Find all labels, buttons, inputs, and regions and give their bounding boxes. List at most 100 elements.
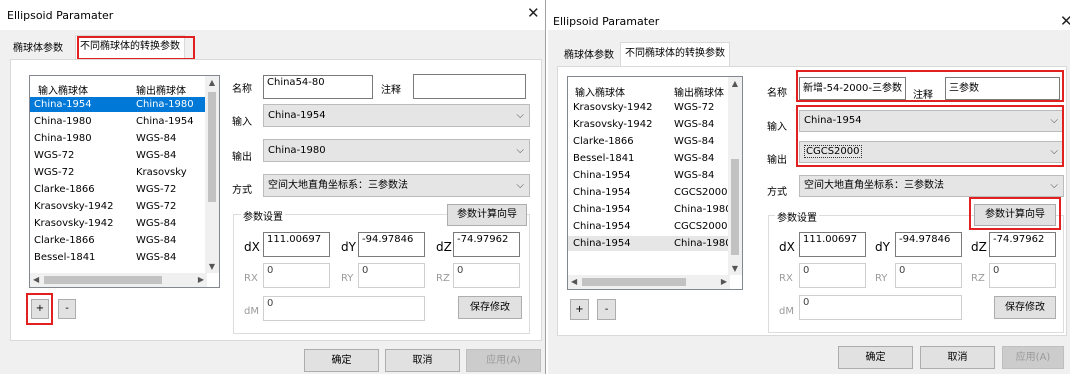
method-select[interactable]: 空间大地直角坐标系：三参数法 ⌵ [263,174,530,197]
window-title: Ellipsoid Paramater [553,15,660,28]
ok-button[interactable]: 确定 [304,349,379,372]
vertical-scrollbar[interactable]: ▲ ▼ [205,76,219,273]
list-item[interactable]: Krasovsky-1942 WGS-84 [568,117,730,132]
scroll-left-icon[interactable]: ◀ [33,273,39,287]
vertical-scrollbar[interactable]: ▲ ▼ [728,77,742,275]
ry-field[interactable]: 0 [895,263,962,288]
conversion-list[interactable]: 输入椭球体 输出椭球体 China-1954 China-1980 China-1… [29,75,220,288]
note-label: 注释 [381,85,401,96]
tab-conversion-params[interactable]: 不同椭球体的转换参数 [620,42,730,66]
tab-ellipsoid-params[interactable]: 椭球体参数 [8,38,68,58]
name-field[interactable]: China54-80 [263,75,373,99]
scroll-up-icon[interactable]: ▲ [205,78,219,87]
dz-field[interactable]: -74.97962 [989,232,1056,257]
apply-button[interactable]: 应用(A) [1002,346,1064,369]
apply-button[interactable]: 应用(A) [466,349,541,372]
dx-field[interactable]: 111.00697 [799,232,866,257]
note-field[interactable]: 三参数 [945,77,1060,100]
method-select[interactable]: 空间大地直角坐标系：三参数法 ⌵ [799,175,1064,197]
output-ellipsoid-select[interactable]: CGCS2000 ⌵ [799,141,1064,163]
scroll-right-icon[interactable]: ▶ [198,273,204,287]
scroll-down-icon[interactable]: ▼ [205,262,219,271]
dm-field[interactable]: 0 [799,295,962,320]
list-item[interactable]: WGS-72 WGS-84 [30,148,207,163]
param-wizard-button[interactable]: 参数计算向导 [447,204,527,226]
list-item[interactable]: China-1980 China-1954 [30,114,207,129]
list-item[interactable]: Krasovsky-1942 WGS-72 [30,199,207,214]
save-changes-button[interactable]: 保存修改 [458,296,522,319]
scroll-down-icon[interactable]: ▼ [728,264,742,273]
list-item[interactable]: China-1954 CGCS2000 [568,185,730,200]
dx-label: dX [779,240,795,254]
dz-label: dZ [971,240,987,254]
dm-label: dM [779,306,794,317]
cancel-button[interactable]: 取消 [385,349,460,372]
remove-button[interactable]: - [597,299,616,320]
params-group-label: 参数设置 [241,208,285,223]
list-item[interactable]: WGS-72 Krasovsky [30,165,207,180]
add-button[interactable]: + [570,299,589,320]
chevron-down-icon: ⌵ [1050,115,1058,126]
list-item[interactable]: Clarke-1866 WGS-72 [30,182,207,197]
tab-ellipsoid-params[interactable]: 椭球体参数 [559,45,619,65]
dy-label: dY [341,240,356,254]
scroll-thumb[interactable] [731,159,739,255]
chevron-down-icon: ⌵ [1050,180,1058,191]
scroll-thumb[interactable] [582,278,686,286]
dm-field[interactable]: 0 [263,296,425,321]
input-ellipsoid-select[interactable]: China-1954 ⌵ [799,110,1064,132]
ok-button[interactable]: 确定 [838,346,913,369]
dy-field[interactable]: -94.97846 [358,232,425,257]
input-ellipsoid-select[interactable]: China-1954 ⌵ [263,104,530,127]
note-field[interactable] [413,74,526,99]
dx-field[interactable]: 111.00697 [263,232,330,257]
horizontal-scrollbar[interactable]: ◀ ▶ [30,273,207,287]
scroll-up-icon[interactable]: ▲ [728,79,742,88]
tab-conversion-params[interactable]: 不同椭球体的转换参数 [75,35,185,59]
scroll-right-icon[interactable]: ▶ [721,275,727,289]
scroll-left-icon[interactable]: ◀ [571,275,577,289]
list-item[interactable]: Bessel-1841 WGS-84 [30,250,207,265]
list-item[interactable]: Bessel-1841 WGS-84 [568,151,730,166]
dy-label: dY [875,240,890,254]
list-item[interactable]: China-1980 WGS-84 [30,131,207,146]
title-bar: Ellipsoid Paramater ✕ [0,0,545,30]
rx-label: RX [779,273,793,284]
dm-label: dM [244,306,259,317]
horizontal-scrollbar[interactable]: ◀ ▶ [568,275,730,289]
dy-field[interactable]: -94.97846 [895,232,962,257]
rz-field[interactable]: 0 [453,263,520,288]
list-item[interactable]: China-1954 CGCS2000 [568,219,730,234]
close-icon[interactable]: ✕ [527,4,540,22]
output-label: 输出 [232,152,252,163]
rz-label: RZ [436,273,450,284]
list-item[interactable]: China-1954 China-1980 [30,97,207,112]
param-wizard-button[interactable]: 参数计算向导 [974,204,1056,226]
list-item[interactable]: Clarke-1866 WGS-84 [568,134,730,149]
scroll-thumb[interactable] [44,276,162,284]
list-item[interactable]: Krasovsky-1942 WGS-72 [568,100,730,115]
close-icon[interactable]: ✕ [1060,12,1070,30]
rx-field[interactable]: 0 [263,263,330,288]
remove-button[interactable]: - [58,299,76,319]
note-label: 注释 [913,90,933,101]
scroll-thumb[interactable] [208,92,216,202]
save-changes-button[interactable]: 保存修改 [994,296,1056,319]
add-button[interactable]: + [31,299,49,319]
name-field[interactable]: 新增-54-2000-三参数 [799,77,906,100]
list-item[interactable]: China-1954 WGS-84 [568,168,730,183]
conversion-list[interactable]: 输入椭球体 输出椭球体 Krasovsky-1942 WGS-72 Krasovs… [567,76,743,290]
list-item[interactable]: Krasovsky-1942 WGS-84 [30,216,207,231]
cancel-button[interactable]: 取消 [920,346,995,369]
name-label: 名称 [767,88,787,99]
output-ellipsoid-select[interactable]: China-1980 ⌵ [263,139,530,162]
ellipsoid-dialog-left: Ellipsoid Paramater ✕ 椭球体参数 不同椭球体的转换参数 输… [0,0,546,374]
title-bar: Ellipsoid Paramater ✕ [548,0,1070,30]
rx-field[interactable]: 0 [799,263,866,288]
list-item[interactable]: China-1954 China-1980 [568,202,732,217]
rz-field[interactable]: 0 [989,263,1056,288]
dz-field[interactable]: -74.97962 [453,232,520,257]
list-item[interactable]: China-1954 China-1980 [568,236,732,251]
ry-field[interactable]: 0 [358,263,425,288]
list-item[interactable]: Clarke-1866 WGS-84 [30,233,207,248]
